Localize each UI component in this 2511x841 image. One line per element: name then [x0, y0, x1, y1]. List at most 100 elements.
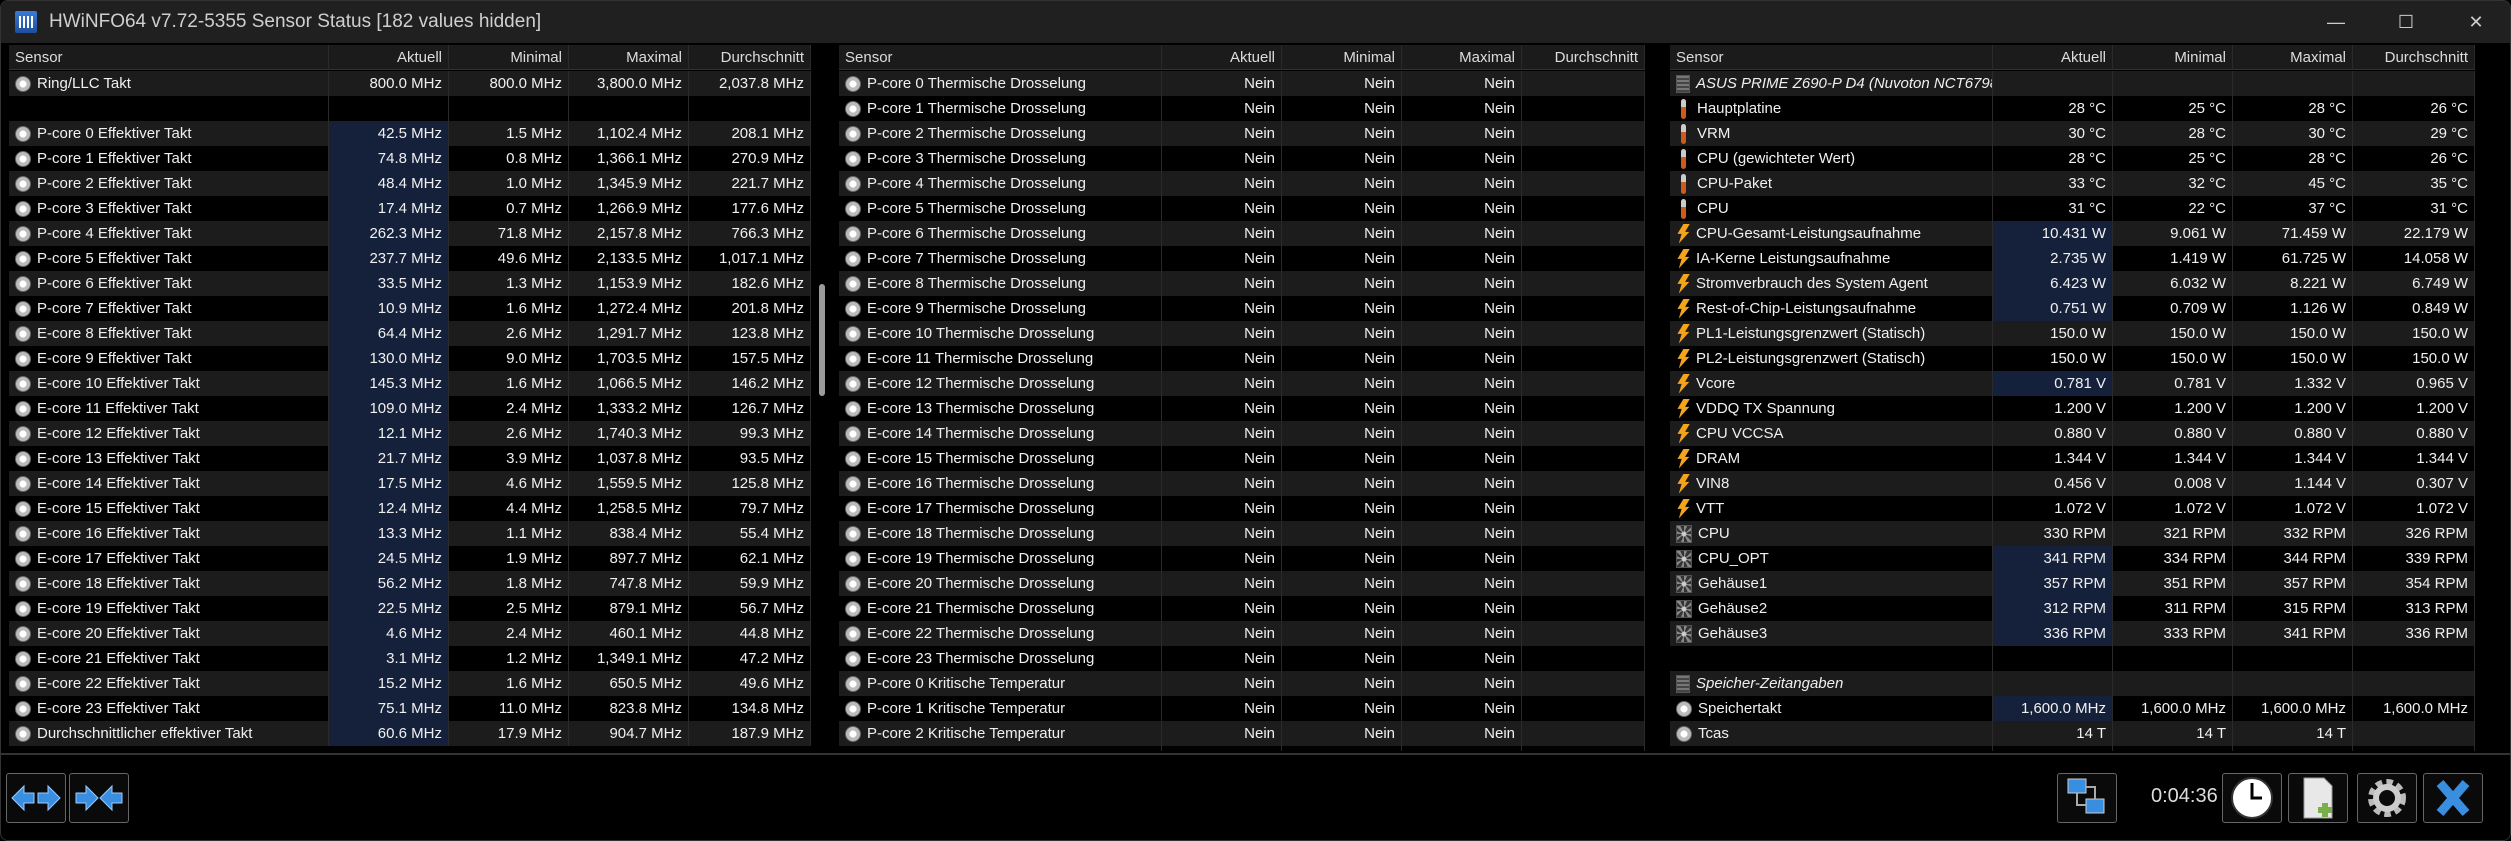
sensor-row[interactable]: E-core 17 Thermische Drosselung Nein Nein N… [839, 496, 1645, 521]
sensor-group-row[interactable]: ASUS PRIME Z690-P D4 (Nuvoton NCT6798D) [1670, 71, 2475, 96]
sensor-row[interactable]: Hauptplatine 28 °C 25 °C 28 °C 26 °C [1670, 96, 2475, 121]
column-header-aktuell[interactable]: Aktuell [1993, 45, 2113, 70]
column-header-durchschnitt[interactable]: Durchschnitt [2353, 45, 2475, 70]
sensor-row[interactable]: Gehäuse3 336 RPM 333 RPM 341 RPM 336 RPM [1670, 621, 2475, 646]
sensor-row[interactable]: P-core 2 Effektiver Takt 48.4 MHz 1.0 MHz 1… [9, 171, 811, 196]
sensor-row[interactable]: P-core 5 Thermische Drosselung Nein Nein Ne… [839, 196, 1645, 221]
maximize-button[interactable]: ☐ [2376, 1, 2436, 43]
sensor-row[interactable]: P-core 1 Kritische Temperatur Nein Nein Nei… [839, 696, 1645, 721]
sensor-row[interactable]: E-core 21 Thermische Drosselung Nein Nein N… [839, 596, 1645, 621]
sensor-row[interactable]: Vcore 0.781 V 0.781 V 1.332 V 0.965 V [1670, 371, 2475, 396]
sensor-row[interactable]: CPU (gewichteter Wert) 28 °C 25 °C 28 °C 26 … [1670, 146, 2475, 171]
sensor-row[interactable]: E-core 18 Thermische Drosselung Nein Nein N… [839, 521, 1645, 546]
sensor-row[interactable]: E-core 8 Effektiver Takt 64.4 MHz 2.6 MHz 1… [9, 321, 811, 346]
reset-timer-button[interactable] [2222, 773, 2282, 823]
settings-button[interactable] [2357, 773, 2417, 823]
sensor-row[interactable]: E-core 9 Thermische Drosselung Nein Nein Ne… [839, 296, 1645, 321]
sensor-row[interactable]: P-core 7 Thermische Drosselung Nein Nein Ne… [839, 246, 1645, 271]
column-header-minimal[interactable]: Minimal [449, 45, 569, 70]
sensor-row[interactable]: E-core 8 Thermische Drosselung Nein Nein Ne… [839, 271, 1645, 296]
sensor-row[interactable]: Tcas 14 T 14 T 14 T [1670, 721, 2475, 746]
column-header-maximal[interactable]: Maximal [2233, 45, 2353, 70]
close-button[interactable]: ✕ [2446, 1, 2506, 43]
column-header-maximal[interactable]: Maximal [1402, 45, 1522, 70]
sensor-group-row[interactable]: Speicher-Zeitangaben [1670, 671, 2475, 696]
sensor-row[interactable]: Durchschnittlicher effektiver Takt 60.6 M… [9, 721, 811, 746]
sensor-row[interactable]: E-core 10 Thermische Drosselung Nein Nein N… [839, 321, 1645, 346]
column-header-durchschnitt[interactable]: Durchschnitt [1522, 45, 1645, 70]
sensor-row[interactable]: Ring/LLC Takt 800.0 MHz 800.0 MHz 3,800.0 M… [9, 71, 811, 96]
sensor-row[interactable]: P-core 5 Effektiver Takt 237.7 MHz 49.6 MH… [9, 246, 811, 271]
column-header-maximal[interactable]: Maximal [569, 45, 689, 70]
column-header-minimal[interactable]: Minimal [1282, 45, 1402, 70]
sensor-row[interactable]: E-core 19 Effektiver Takt 22.5 MHz 2.5 MHz… [9, 596, 811, 621]
sensor-row[interactable]: CPU 330 RPM 321 RPM 332 RPM 326 RPM [1670, 521, 2475, 546]
sensor-row[interactable]: P-core 0 Thermische Drosselung Nein Nein Ne… [839, 71, 1645, 96]
sensor-row[interactable]: P-core 6 Thermische Drosselung Nein Nein Ne… [839, 221, 1645, 246]
sensor-row[interactable]: VTT 1.072 V 1.072 V 1.072 V 1.072 V [1670, 496, 2475, 521]
sensor-row[interactable]: DRAM 1.344 V 1.344 V 1.344 V 1.344 V [1670, 446, 2475, 471]
sensor-row[interactable]: E-core 13 Thermische Drosselung Nein Nein N… [839, 396, 1645, 421]
sensor-row[interactable]: Gehäuse1 357 RPM 351 RPM 357 RPM 354 RPM [1670, 571, 2475, 596]
sensor-row[interactable]: CPU 31 °C 22 °C 37 °C 31 °C [1670, 196, 2475, 221]
sensor-row[interactable]: VIN8 0.456 V 0.008 V 1.144 V 0.307 V [1670, 471, 2475, 496]
sensor-row[interactable]: E-core 22 Effektiver Takt 15.2 MHz 1.6 MHz… [9, 671, 811, 696]
sensor-row[interactable]: P-core 7 Effektiver Takt 10.9 MHz 1.6 MHz 1… [9, 296, 811, 321]
column-header-aktuell[interactable]: Aktuell [1162, 45, 1282, 70]
sensor-row[interactable]: E-core 22 Thermische Drosselung Nein Nein N… [839, 621, 1645, 646]
sensor-row[interactable]: P-core 2 Thermische Drosselung Nein Nein Ne… [839, 121, 1645, 146]
network-button[interactable] [2057, 773, 2117, 823]
sensor-row[interactable]: E-core 16 Effektiver Takt 13.3 MHz 1.1 MHz… [9, 521, 811, 546]
sensor-row[interactable]: E-core 23 Thermische Drosselung Nein Nein N… [839, 646, 1645, 671]
sensor-row[interactable]: Gehäuse2 312 RPM 311 RPM 315 RPM 313 RPM [1670, 596, 2475, 621]
sensor-row[interactable]: E-core 10 Effektiver Takt 145.3 MHz 1.6 MH… [9, 371, 811, 396]
sensor-row[interactable]: P-core 2 Kritische Temperatur Nein Nein Nei… [839, 721, 1645, 746]
report-button[interactable] [2288, 773, 2348, 823]
sensor-row[interactable]: E-core 15 Thermische Drosselung Nein Nein N… [839, 446, 1645, 471]
sensor-row[interactable]: E-core 18 Effektiver Takt 56.2 MHz 1.8 MHz… [9, 571, 811, 596]
sensor-row[interactable]: E-core 12 Effektiver Takt 12.1 MHz 2.6 MHz… [9, 421, 811, 446]
sensor-row[interactable]: VRM 30 °C 28 °C 30 °C 29 °C [1670, 121, 2475, 146]
sensor-row[interactable]: PL2-Leistungsgrenzwert (Statisch) 150.0 W… [1670, 346, 2475, 371]
sensor-row[interactable]: E-core 17 Effektiver Takt 24.5 MHz 1.9 MHz… [9, 546, 811, 571]
sensor-row[interactable]: E-core 16 Thermische Drosselung Nein Nein N… [839, 471, 1645, 496]
sensor-row[interactable]: P-core 4 Thermische Drosselung Nein Nein Ne… [839, 171, 1645, 196]
sensor-row[interactable]: E-core 12 Thermische Drosselung Nein Nein N… [839, 371, 1645, 396]
sensor-row[interactable]: CPU-Paket 33 °C 32 °C 45 °C 35 °C [1670, 171, 2475, 196]
sensor-row[interactable]: VDDQ TX Spannung 1.200 V 1.200 V 1.200 V 1.2… [1670, 396, 2475, 421]
sensor-row[interactable]: CPU VCCSA 0.880 V 0.880 V 0.880 V 0.880 V [1670, 421, 2475, 446]
column-header-aktuell[interactable]: Aktuell [329, 45, 449, 70]
sensor-row[interactable]: Speichertakt 1,600.0 MHz 1,600.0 MHz 1,600.… [1670, 696, 2475, 721]
sensor-row[interactable]: P-core 1 Thermische Drosselung Nein Nein Ne… [839, 96, 1645, 121]
sensor-row[interactable]: P-core 6 Effektiver Takt 33.5 MHz 1.3 MHz 1… [9, 271, 811, 296]
sensor-row[interactable]: Stromverbrauch des System Agent 6.423 W 6.… [1670, 271, 2475, 296]
sensor-row[interactable]: Rest-of-Chip-Leistungsaufnahme 0.751 W 0.7… [1670, 296, 2475, 321]
column-header-sensor[interactable]: Sensor [839, 45, 1162, 70]
sensor-row[interactable]: E-core 23 Effektiver Takt 75.1 MHz 11.0 MH… [9, 696, 811, 721]
sensor-row[interactable]: P-core 1 Effektiver Takt 74.8 MHz 0.8 MHz 1… [9, 146, 811, 171]
sensor-row[interactable]: PL1-Leistungsgrenzwert (Statisch) 150.0 W… [1670, 321, 2475, 346]
sensor-row[interactable]: E-core 20 Thermische Drosselung Nein Nein N… [839, 571, 1645, 596]
sensor-row[interactable]: P-core 0 Effektiver Takt 42.5 MHz 1.5 MHz 1… [9, 121, 811, 146]
sensor-row[interactable]: E-core 11 Thermische Drosselung Nein Nein N… [839, 346, 1645, 371]
column-header-durchschnitt[interactable]: Durchschnitt [689, 45, 811, 70]
sensor-row[interactable]: P-core 3 Effektiver Takt 17.4 MHz 0.7 MHz 1… [9, 196, 811, 221]
expand-columns-button[interactable] [6, 773, 66, 823]
scrollbar-thumb[interactable] [819, 284, 825, 396]
sensor-row[interactable]: P-core 3 Thermische Drosselung Nein Nein Ne… [839, 146, 1645, 171]
sensor-row[interactable]: E-core 14 Thermische Drosselung Nein Nein N… [839, 421, 1645, 446]
sensor-row[interactable]: E-core 15 Effektiver Takt 12.4 MHz 4.4 MHz… [9, 496, 811, 521]
sensor-row[interactable]: CPU_OPT 341 RPM 334 RPM 344 RPM 339 RPM [1670, 546, 2475, 571]
column-header-sensor[interactable]: Sensor [1670, 45, 1993, 70]
sensor-row[interactable]: IA-Kerne Leistungsaufnahme 2.735 W 1.419 W… [1670, 246, 2475, 271]
column-header-minimal[interactable]: Minimal [2113, 45, 2233, 70]
sensor-row[interactable]: E-core 9 Effektiver Takt 130.0 MHz 9.0 MHz… [9, 346, 811, 371]
sensor-row[interactable]: E-core 20 Effektiver Takt 4.6 MHz 2.4 MHz 4… [9, 621, 811, 646]
sensor-row[interactable] [9, 96, 811, 121]
collapse-columns-button[interactable] [69, 773, 129, 823]
sensor-row[interactable] [1670, 646, 2475, 671]
column-header-sensor[interactable]: Sensor [9, 45, 329, 70]
sensor-row[interactable]: Trcd14 T14 T14 T [1670, 746, 2475, 751]
minimize-button[interactable]: — [2306, 1, 2366, 43]
exit-button[interactable] [2423, 773, 2483, 823]
